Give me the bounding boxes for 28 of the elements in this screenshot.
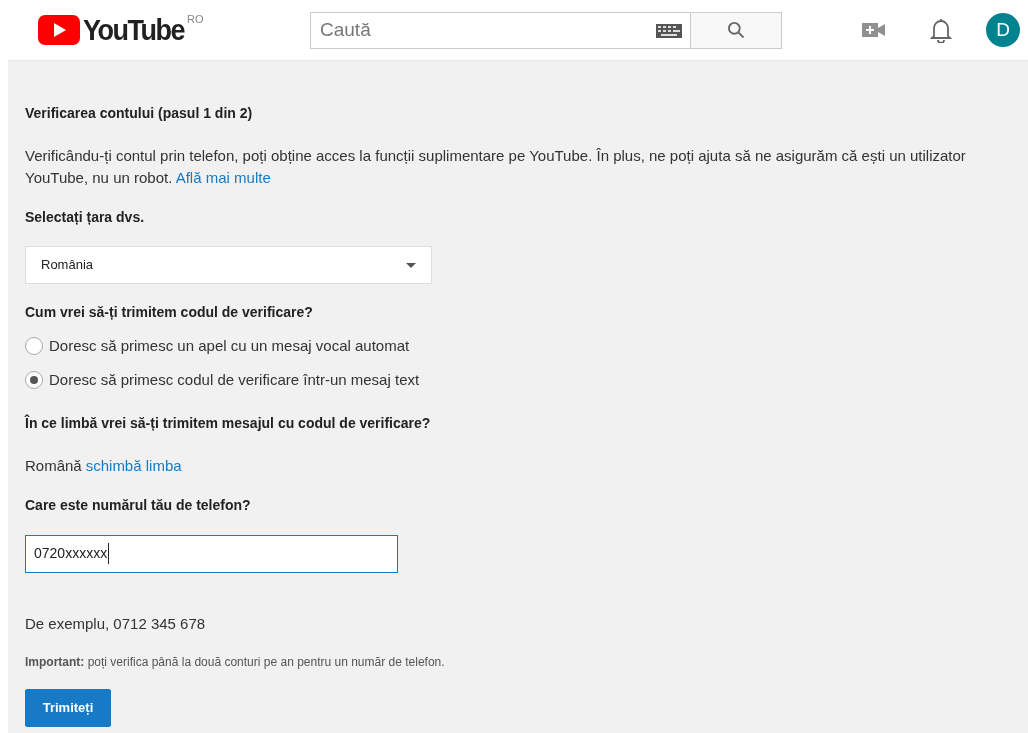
video-camera-icon[interactable] [862, 22, 886, 38]
search-field[interactable]: Caută [310, 11, 691, 49]
country-label: Selectați țara dvs. [25, 208, 146, 227]
radio-button[interactable] [25, 371, 43, 389]
play-logo-icon [38, 15, 80, 45]
bell-icon[interactable] [930, 17, 952, 43]
radio-label: Doresc să primesc un apel cu un mesaj vocal automat [49, 335, 410, 356]
page-title: Verificarea contului (pasul 1 din 2) [25, 104, 254, 123]
submit-button[interactable]: Trimiteți [25, 689, 111, 727]
country-dropdown[interactable]: România [25, 246, 432, 284]
radio-button[interactable] [25, 337, 43, 355]
intro-text: Verificându-ți contul prin telefon, poți obține acces la funcții suplimentare pe YouTube. În plus, ne poți ajuta să ne asigurăm că ești un utilizator YouTube, nu un robot. Află mai multe [25, 146, 967, 188]
search-icon [726, 20, 746, 40]
phone-label: Care este numărul tău de telefon? [25, 495, 252, 515]
radio-label: Doresc să primesc codul de verificare într-un mesaj text [49, 369, 420, 390]
avatar[interactable]: D [986, 13, 1020, 47]
learn-more-link[interactable]: Află mai multe [175, 169, 271, 186]
language-label: În ce limbă vrei să-ți trimitem mesajul cu codul de verificare? [25, 413, 432, 433]
language-value: Română [25, 456, 82, 476]
change-language-link[interactable]: schimbă limba [85, 455, 182, 478]
logo-text: YouTube [83, 13, 184, 47]
method-label: Cum vrei să-ți trimitem codul de verificare? [25, 303, 314, 322]
region-label: RO [187, 12, 204, 27]
search-button[interactable] [691, 11, 782, 49]
phone-field[interactable]: 0720xxxxxx [25, 534, 398, 573]
important-note: Important: poți verifica până la două conturi pe an pentru un număr de telefon. [25, 654, 446, 671]
caret-icon [406, 262, 416, 268]
example-text: De exemplu, 0712 345 678 [25, 613, 207, 634]
